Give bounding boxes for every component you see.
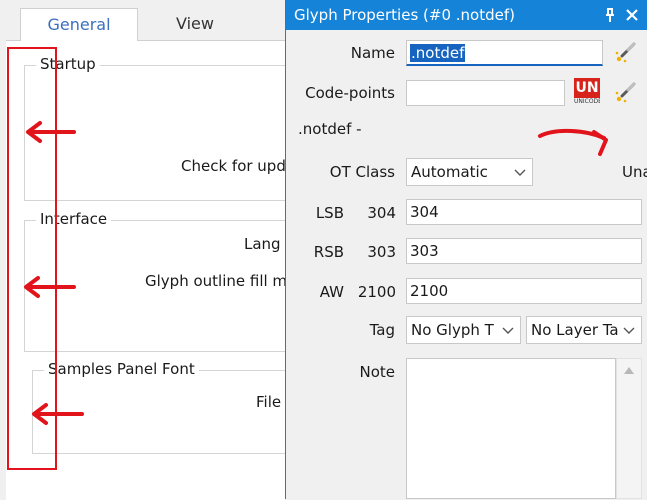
file-label: File: [256, 393, 282, 411]
annotation-arrow-1: [26, 121, 76, 143]
name-value: .notdef: [410, 44, 466, 62]
aw-label: AW: [319, 283, 344, 301]
title-bar[interactable]: Glyph Properties (#0 .notdef): [286, 0, 647, 30]
note-label: Note: [359, 363, 395, 381]
layer-tag-value: No Layer Ta: [531, 321, 619, 339]
glyph-tag-value: No Glyph T: [411, 321, 494, 339]
tab-view[interactable]: View: [140, 8, 250, 40]
samples-font-group-title: Samples Panel Font: [44, 360, 199, 378]
scroll-up-icon[interactable]: [623, 365, 635, 375]
magic-wand-icon[interactable]: [614, 82, 636, 104]
lsb-label: LSB: [315, 204, 344, 222]
lsb-readout: 304: [367, 204, 396, 222]
name-field[interactable]: .notdef: [406, 40, 603, 66]
tag-label: Tag: [369, 321, 395, 339]
magic-wand-icon[interactable]: [614, 42, 636, 64]
annotation-arrow-3: [32, 403, 84, 425]
tab-general[interactable]: General: [20, 8, 138, 41]
aw-readout: 2100: [357, 283, 396, 301]
chevron-down-icon: [502, 327, 514, 334]
unassigned-label: Una: [622, 163, 647, 181]
outline-fill-label: Glyph outline fill m: [145, 272, 288, 290]
chevron-down-icon: [514, 169, 526, 176]
check-for-updates-label: Check for upd: [181, 157, 286, 175]
annotation-curved-arrow: [538, 128, 608, 156]
ot-class-value: Automatic: [411, 163, 488, 181]
name-label: Name: [350, 44, 395, 62]
codepoints-field[interactable]: [406, 80, 565, 106]
pin-icon[interactable]: [602, 7, 618, 23]
rsb-readout: 303: [367, 243, 396, 261]
rsb-field[interactable]: 303: [406, 238, 642, 264]
unicode-icon[interactable]: UN UNICODE: [574, 78, 600, 106]
unicode-badge: UN: [574, 78, 600, 98]
aw-field[interactable]: 2100: [406, 278, 642, 304]
ot-class-select[interactable]: Automatic: [406, 158, 533, 186]
ot-class-label: OT Class: [329, 163, 395, 181]
glyph-tag-select[interactable]: No Glyph T: [406, 316, 521, 344]
lsb-field[interactable]: 304: [406, 199, 642, 225]
language-label: Lang: [244, 235, 281, 253]
layer-tag-select[interactable]: No Layer Ta: [526, 316, 642, 344]
rsb-label: RSB: [313, 243, 344, 261]
note-scrollbar[interactable]: [616, 358, 642, 499]
chevron-down-icon: [623, 327, 635, 334]
unicode-badge-caption: UNICODE: [574, 98, 600, 105]
glyph-caption: .notdef -: [298, 120, 362, 138]
annotation-arrow-2: [24, 276, 76, 298]
codepoints-label: Code-points: [305, 84, 395, 102]
note-textarea[interactable]: [406, 358, 616, 499]
close-icon[interactable]: [624, 7, 640, 23]
dialog-title: Glyph Properties (#0 .notdef): [294, 6, 515, 24]
glyph-properties-dialog: Glyph Properties (#0 .notdef) Name .notd…: [285, 0, 647, 499]
